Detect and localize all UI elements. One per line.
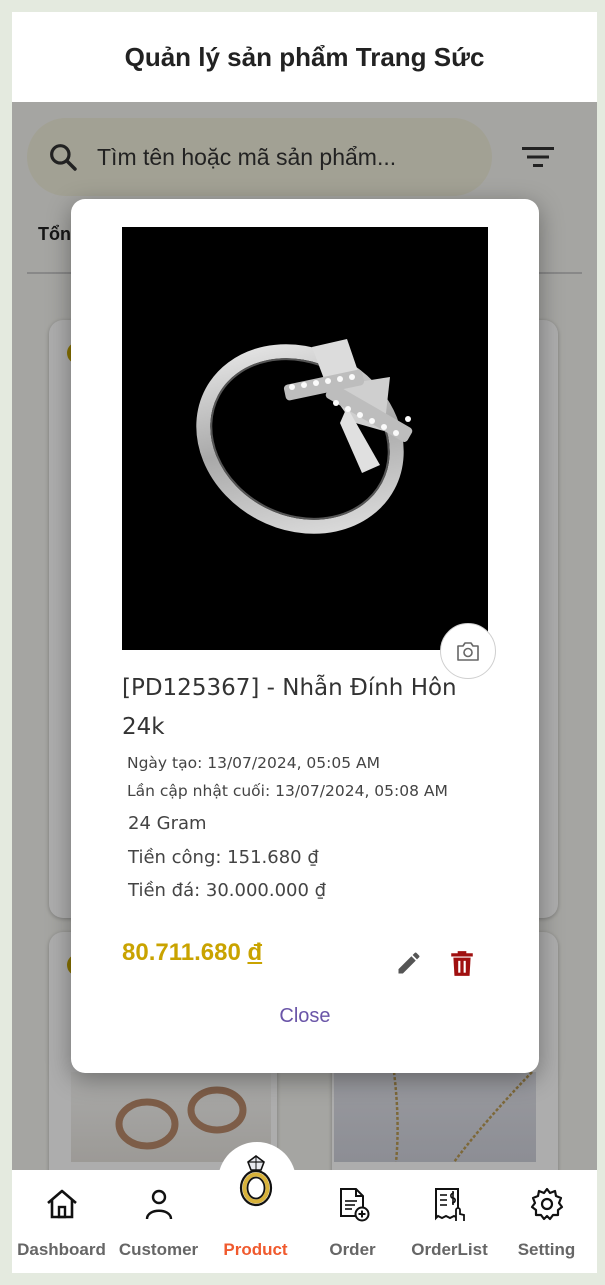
page-title: Quản lý sản phẩm Trang Sức <box>124 41 485 72</box>
delete-icon[interactable] <box>449 949 475 977</box>
ring-photo <box>196 339 413 534</box>
product-image <box>122 227 488 650</box>
labor-cost: Tiền công: 151.680 ₫ <box>128 847 319 868</box>
product-detail-modal: [PD125367] - Nhẫn Đính Hôn 24k Ngày tạo:… <box>71 199 539 1073</box>
receipt-icon <box>434 1188 465 1221</box>
nav-setting[interactable]: Setting <box>498 1170 595 1273</box>
nav-product[interactable]: Product <box>207 1155 304 1273</box>
nav-order[interactable]: Order <box>304 1170 401 1273</box>
nav-label: Dashboard <box>17 1240 106 1259</box>
ring-icon <box>239 1155 272 1207</box>
nav-label: Customer <box>118 1240 199 1259</box>
camera-icon <box>457 642 479 661</box>
updated-date: Lần cập nhật cuối: 13/07/2024, 05:08 AM <box>127 782 448 800</box>
product-weight: 24 Gram <box>128 813 207 834</box>
add-document-icon <box>339 1188 369 1222</box>
price-value: 80.711.680 <box>122 939 241 966</box>
created-date: Ngày tạo: 13/07/2024, 05:05 AM <box>127 754 381 772</box>
edit-icon[interactable] <box>395 949 423 977</box>
nav-label: Product <box>223 1240 288 1259</box>
nav-label: Setting <box>517 1240 576 1259</box>
stone-cost: Tiền đá: 30.000.000 ₫ <box>128 880 327 901</box>
nav-customer[interactable]: Customer <box>110 1170 207 1273</box>
nav-label: Order <box>329 1240 376 1259</box>
app-screen: Quản lý sản phẩm Trang Sức Tìm tên hoặc … <box>12 12 597 1273</box>
close-button[interactable]: Close <box>71 1005 539 1028</box>
home-icon <box>46 1189 77 1219</box>
product-price: 80.711.680 đ <box>122 939 262 967</box>
price-currency: đ <box>247 939 263 966</box>
bottom-navigation: Dashboard Customer Product Order OrderLi… <box>12 1142 597 1273</box>
nav-label: OrderList <box>411 1240 488 1259</box>
person-icon <box>145 1189 172 1220</box>
app-header: Quản lý sản phẩm Trang Sức <box>12 12 597 102</box>
nav-orderlist[interactable]: OrderList <box>401 1170 498 1273</box>
product-title: [PD125367] - Nhẫn Đính Hôn 24k <box>122 675 457 740</box>
gear-icon <box>530 1187 563 1221</box>
nav-dashboard[interactable]: Dashboard <box>13 1170 110 1273</box>
